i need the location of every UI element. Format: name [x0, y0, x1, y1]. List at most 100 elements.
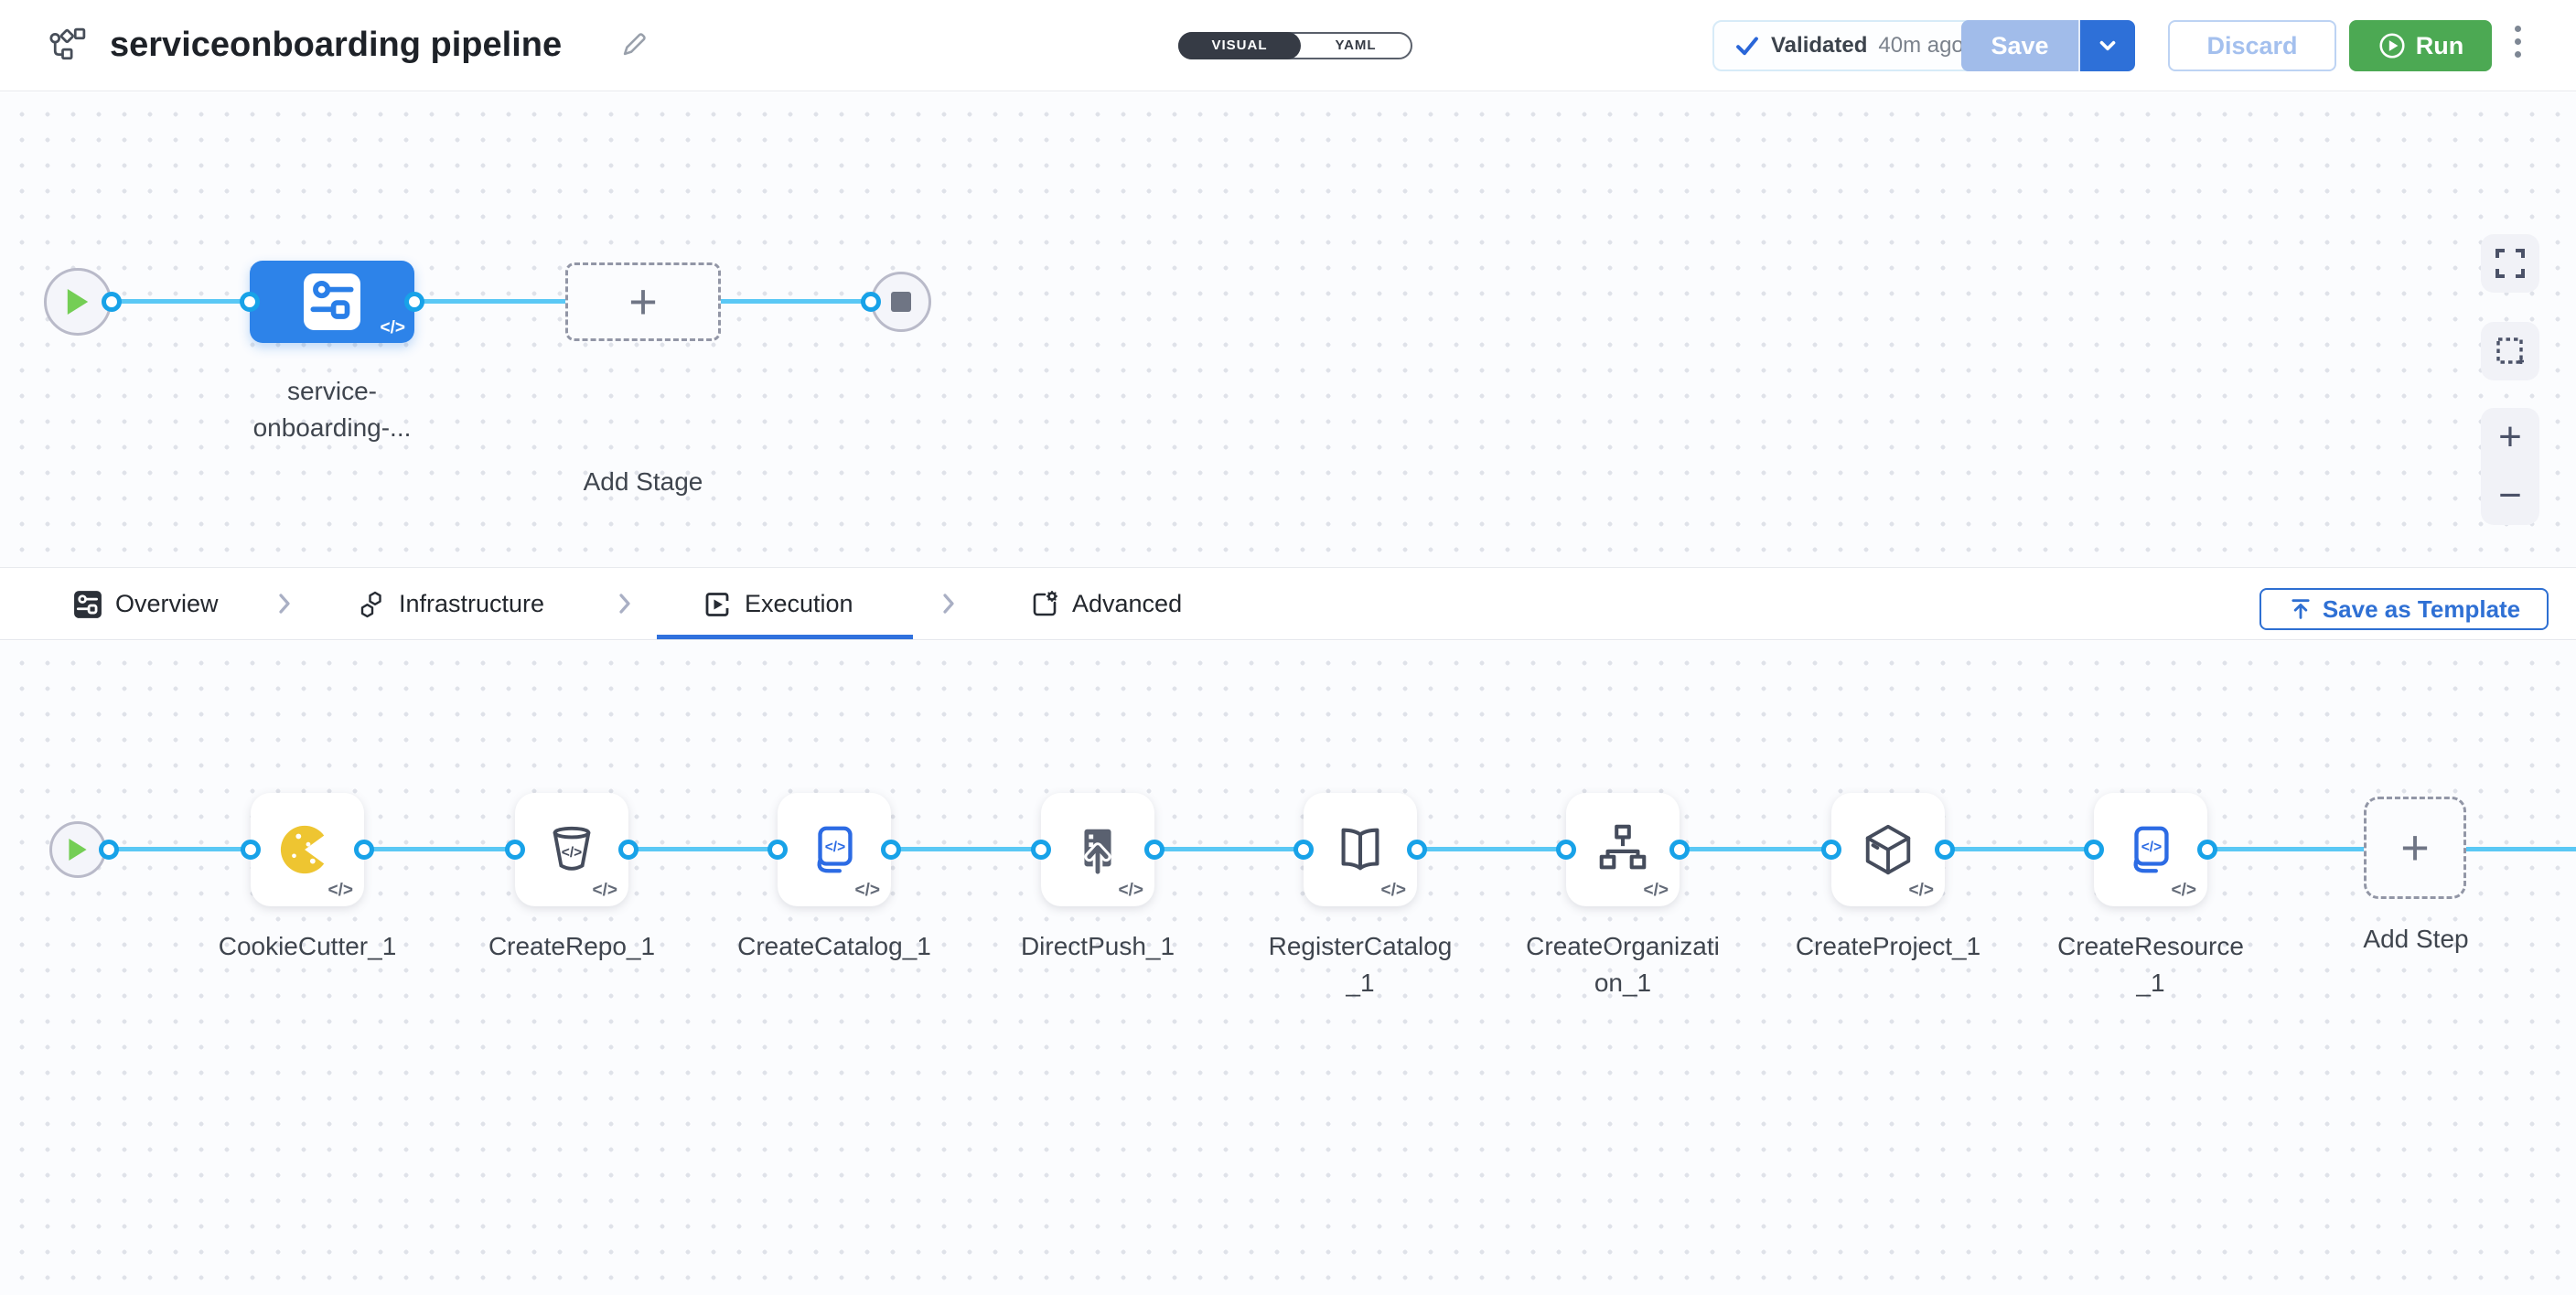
- step-node-createcatalog[interactable]: </> </>: [778, 793, 891, 906]
- infrastructure-icon: [357, 590, 386, 619]
- cube-icon: [1860, 821, 1916, 878]
- toggle-yaml[interactable]: YAML: [1303, 34, 1409, 58]
- step-name-label[interactable]: CreateRepo_1: [473, 928, 671, 965]
- pipeline-graph-icon: [48, 26, 88, 66]
- connector-port[interactable]: [881, 840, 901, 860]
- tab-execution[interactable]: Execution: [703, 568, 853, 640]
- stage-node-service-onboarding[interactable]: </>: [250, 261, 414, 343]
- svg-text:</>: </>: [825, 840, 845, 855]
- stage-name-label[interactable]: service-onboarding-...: [236, 373, 428, 446]
- connector-port[interactable]: [1669, 840, 1690, 860]
- step-name-label[interactable]: CookieCutter_1: [209, 928, 406, 965]
- connector-port[interactable]: [618, 840, 639, 860]
- start-play-icon: [67, 289, 89, 315]
- connector-port[interactable]: [1031, 840, 1051, 860]
- add-stage-label[interactable]: Add Stage: [542, 464, 744, 500]
- more-options-menu-icon[interactable]: [2506, 26, 2528, 58]
- chevron-right-icon: [615, 592, 635, 615]
- catalog-code-scroll-icon: </>: [806, 821, 863, 878]
- step-yaml-badge: </>: [328, 881, 353, 901]
- save-as-template-button[interactable]: Save as Template: [2259, 588, 2549, 630]
- step-name-label[interactable]: DirectPush_1: [999, 928, 1197, 965]
- stage-yaml-badge: </>: [381, 318, 405, 338]
- step-node-directpush[interactable]: </>: [1041, 793, 1154, 906]
- save-button[interactable]: Save: [1961, 20, 2078, 71]
- connector-port[interactable]: [505, 840, 525, 860]
- step-yaml-badge: </>: [1381, 881, 1406, 901]
- org-chart-icon: [1594, 821, 1651, 878]
- run-label: Run: [2416, 32, 2463, 60]
- connector-port[interactable]: [2197, 840, 2217, 860]
- tab-overview[interactable]: Overview: [73, 568, 219, 640]
- zoom-out-button[interactable]: −: [2498, 476, 2522, 516]
- connector-port[interactable]: [2084, 840, 2104, 860]
- tab-advanced[interactable]: Advanced: [1030, 568, 1182, 640]
- connector-port[interactable]: [240, 292, 260, 312]
- stage-overview-icon: [73, 590, 102, 619]
- connector-port[interactable]: [1407, 840, 1427, 860]
- page-title: serviceonboarding pipeline: [110, 26, 562, 65]
- connector-port[interactable]: [1144, 840, 1165, 860]
- run-button[interactable]: Run: [2349, 20, 2492, 71]
- step-name-label[interactable]: CreateResource_1: [2052, 928, 2249, 1001]
- zoom-in-button[interactable]: +: [2498, 417, 2522, 457]
- chevron-down-icon: [2096, 34, 2120, 58]
- active-tab-underline: [657, 635, 913, 639]
- connector-port[interactable]: [404, 292, 424, 312]
- add-stage-button[interactable]: +: [565, 262, 721, 341]
- step-yaml-badge: </>: [2172, 881, 2196, 901]
- zoom-controls: + −: [2481, 408, 2539, 525]
- save-dropdown-button[interactable]: [2078, 20, 2135, 71]
- upload-icon: [2288, 596, 2313, 622]
- header: serviceonboarding pipeline VISUAL YAML V…: [0, 0, 2576, 91]
- connector-port[interactable]: [102, 292, 122, 312]
- check-icon: [1734, 33, 1760, 59]
- edit-title-icon[interactable]: [618, 29, 649, 60]
- connector-port[interactable]: [1935, 840, 1955, 860]
- save-split-button: Save: [1961, 20, 2135, 71]
- connector-port[interactable]: [861, 292, 881, 312]
- add-step-label[interactable]: Add Step: [2315, 921, 2517, 958]
- validation-time: 40m ago: [1878, 33, 1963, 59]
- connector-port[interactable]: [1293, 840, 1314, 860]
- tab-infrastructure[interactable]: Infrastructure: [357, 568, 544, 640]
- zoom-to-fit-button[interactable]: [2481, 234, 2539, 293]
- stop-square-icon: [891, 292, 911, 312]
- step-node-createproject[interactable]: </>: [1831, 793, 1945, 906]
- discard-button[interactable]: Discard: [2168, 20, 2336, 71]
- connector-port[interactable]: [241, 840, 261, 860]
- step-yaml-badge: </>: [593, 881, 617, 901]
- step-name-label[interactable]: CreateCatalog_1: [735, 928, 933, 965]
- reset-selection-button[interactable]: [2481, 322, 2539, 380]
- visual-yaml-toggle: VISUAL YAML: [1178, 32, 1412, 59]
- step-node-createorganization[interactable]: </>: [1566, 793, 1680, 906]
- plus-icon: +: [628, 273, 658, 330]
- toggle-visual[interactable]: VISUAL: [1178, 32, 1301, 59]
- connector-port[interactable]: [767, 840, 788, 860]
- step-name-label[interactable]: CreateProject_1: [1789, 928, 1987, 965]
- step-node-createresource[interactable]: </> </>: [2094, 793, 2207, 906]
- connector-port[interactable]: [99, 840, 119, 860]
- svg-text:</>: </>: [2141, 840, 2162, 855]
- step-node-createrepo[interactable]: </> </>: [515, 793, 628, 906]
- start-play-icon: [69, 839, 87, 861]
- validation-status-badge[interactable]: Validated 40m ago: [1712, 20, 1986, 71]
- chevron-right-icon: [939, 592, 959, 615]
- execution-start-node: [49, 821, 106, 878]
- connector-port[interactable]: [1556, 840, 1576, 860]
- execution-canvas[interactable]: </> CookieCutter_1 </> </> CreateRepo_1: [0, 641, 2576, 1295]
- step-name-label[interactable]: CreateOrganization_1: [1524, 928, 1722, 1001]
- plus-icon: +: [2400, 819, 2430, 876]
- fullscreen-icon: [2495, 248, 2526, 279]
- step-name-label[interactable]: RegisterCatalog_1: [1261, 928, 1459, 1001]
- connector-port[interactable]: [1821, 840, 1841, 860]
- execution-icon: [703, 590, 732, 619]
- add-step-button[interactable]: +: [2364, 797, 2466, 899]
- stage-canvas[interactable]: </> service-onboarding-... + Add Stage: [0, 92, 2576, 567]
- run-play-icon: [2377, 31, 2407, 60]
- direct-push-icon: [1069, 821, 1126, 878]
- step-node-registercatalog[interactable]: </>: [1304, 793, 1417, 906]
- svg-text:</>: </>: [562, 845, 582, 861]
- connector-port[interactable]: [354, 840, 374, 860]
- step-node-cookiecutter[interactable]: </>: [251, 793, 364, 906]
